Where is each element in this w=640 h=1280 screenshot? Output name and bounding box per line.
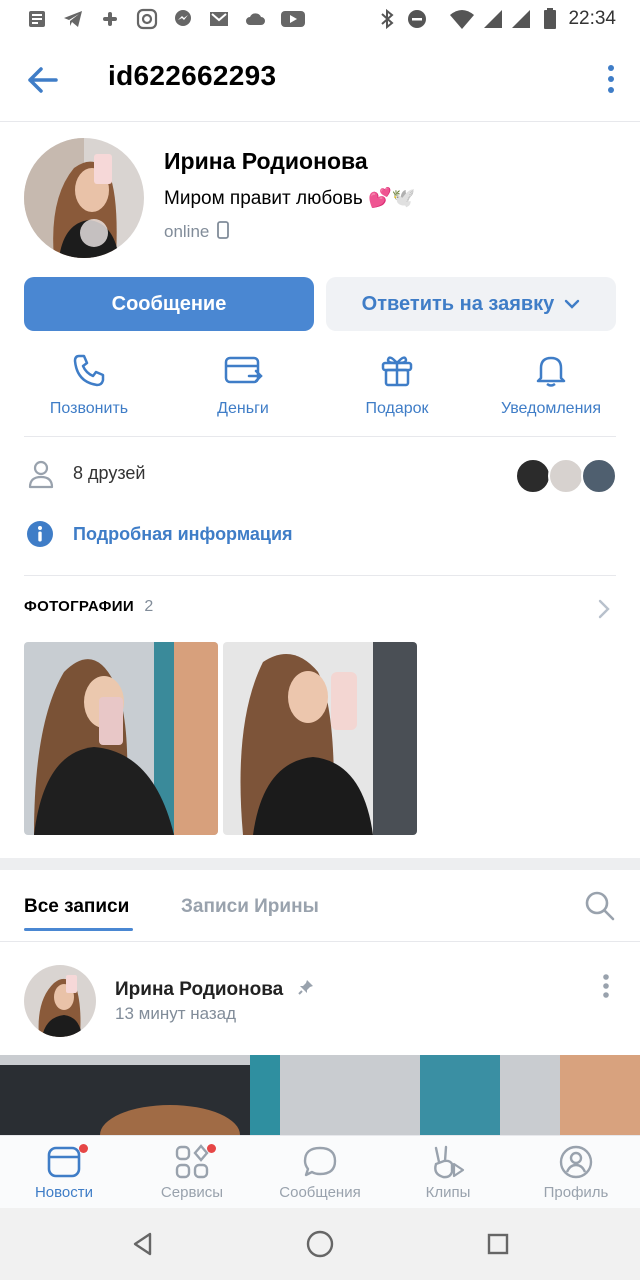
search-icon[interactable]	[584, 890, 616, 922]
slack-icon	[103, 12, 117, 26]
avatar[interactable]	[24, 138, 144, 258]
bottom-navigation: Новости Сервисы Сообщения Клипы Профиль	[0, 1135, 640, 1208]
nav-messages-label: Сообщения	[279, 1184, 361, 1201]
photos-title: ФОТОГРАФИИ	[24, 598, 134, 615]
post-author-name: Ирина Родионова	[115, 979, 284, 1000]
bluetooth-icon	[381, 8, 394, 30]
nav-services-label: Сервисы	[160, 1184, 224, 1201]
nav-services[interactable]: Сервисы	[132, 1144, 252, 1201]
nav-messages[interactable]: Сообщения	[260, 1144, 380, 1201]
online-status: online	[164, 221, 230, 242]
nav-news[interactable]: Новости	[4, 1144, 124, 1201]
signal-icon	[512, 10, 530, 28]
divider	[24, 575, 616, 576]
photo-image	[24, 642, 218, 835]
action-money-label: Деньги	[217, 400, 269, 417]
gmail-icon	[210, 12, 228, 26]
section-separator	[0, 858, 640, 870]
system-navigation-bar	[0, 1208, 640, 1280]
cloud-icon	[246, 13, 265, 25]
profile-icon	[559, 1145, 593, 1179]
youtube-icon	[281, 11, 305, 27]
more-vertical-icon[interactable]	[602, 62, 620, 98]
notification-badge	[79, 1144, 88, 1153]
details-row[interactable]: Подробная информация	[24, 516, 616, 552]
instagram-icon	[136, 8, 158, 30]
battery-icon	[544, 8, 556, 29]
tab-all-posts[interactable]: Все записи	[24, 896, 129, 918]
photos-header[interactable]: ФОТОГРАФИИ 2	[24, 598, 616, 620]
pin-icon	[297, 980, 313, 995]
recents-square-icon[interactable]	[487, 1233, 509, 1255]
avatar-photo	[24, 138, 144, 258]
action-call[interactable]: Позвонить	[19, 352, 159, 418]
nav-profile-label: Профиль	[543, 1184, 609, 1201]
signal-icon	[484, 10, 502, 28]
dnd-icon	[408, 10, 426, 28]
info-icon	[27, 521, 53, 547]
clips-icon	[434, 1145, 465, 1179]
services-icon	[175, 1144, 209, 1179]
tab-own-posts[interactable]: Записи Ирины	[181, 896, 319, 918]
clock: 22:34	[568, 8, 616, 29]
back-triangle-icon[interactable]	[131, 1231, 153, 1257]
chevron-down-icon	[565, 299, 580, 309]
wifi-icon	[450, 10, 474, 29]
online-label: online	[164, 222, 210, 241]
telegram-icon	[64, 11, 82, 27]
friend-avatar	[581, 458, 617, 494]
page-title: id622662293	[108, 60, 277, 91]
news-icon	[29, 11, 45, 27]
action-notifications[interactable]: Уведомления	[481, 352, 621, 418]
friend-avatar	[515, 458, 551, 494]
nav-clips[interactable]: Клипы	[388, 1144, 508, 1201]
divider	[24, 436, 616, 437]
avatar-photo	[24, 965, 96, 1037]
mobile-icon	[217, 221, 230, 239]
friend-avatar	[548, 458, 584, 494]
user-icon	[28, 460, 54, 489]
back-arrow-icon[interactable]	[22, 60, 62, 100]
messages-icon	[303, 1146, 337, 1177]
bell-icon	[536, 356, 566, 387]
post-author-avatar[interactable]	[24, 965, 96, 1037]
photos-count: 2	[144, 598, 154, 615]
action-notifications-label: Уведомления	[500, 400, 602, 417]
tab-indicator	[24, 928, 133, 931]
action-gift[interactable]: Подарок	[327, 352, 467, 418]
post-timestamp: 13 минут назад	[115, 1004, 237, 1023]
news-icon	[47, 1146, 81, 1178]
action-call-label: Позвонить	[49, 400, 129, 417]
post-photo	[0, 1055, 640, 1135]
reply-request-label: Ответить на заявку	[361, 292, 555, 315]
profile-status: Миром правит любовь 💕🕊️	[164, 188, 416, 209]
notification-badge	[207, 1144, 216, 1153]
nav-news-label: Новости	[34, 1184, 94, 1201]
friends-row[interactable]: 8 друзей	[24, 454, 617, 494]
messenger-icon	[175, 10, 191, 26]
home-circle-icon[interactable]	[305, 1229, 335, 1259]
nav-clips-label: Клипы	[425, 1184, 471, 1201]
status-bar: 22:34	[0, 0, 640, 38]
details-link: Подробная информация	[73, 524, 293, 544]
post-image[interactable]	[0, 1055, 640, 1135]
post-more-icon[interactable]	[598, 972, 614, 1002]
friends-count: 8 друзей	[73, 463, 146, 483]
top-bar: id622662293	[0, 38, 640, 122]
money-icon	[224, 356, 263, 384]
photo-thumbnail[interactable]	[24, 642, 218, 835]
action-gift-label: Подарок	[365, 400, 429, 417]
chevron-right-icon	[598, 599, 610, 619]
nav-profile[interactable]: Профиль	[516, 1144, 636, 1201]
photo-thumbnail[interactable]	[223, 642, 417, 835]
profile-name: Ирина Родионова	[164, 148, 368, 174]
wall-tabs: Все записи Записи Ирины	[0, 870, 640, 942]
photo-image	[223, 642, 417, 835]
message-button[interactable]: Сообщение	[24, 277, 314, 331]
reply-request-button[interactable]: Ответить на заявку	[326, 277, 616, 331]
gift-icon	[381, 356, 413, 387]
phone-icon	[73, 354, 105, 387]
post-author[interactable]: Ирина Родионова	[115, 978, 315, 1001]
action-money[interactable]: Деньги	[173, 352, 313, 418]
